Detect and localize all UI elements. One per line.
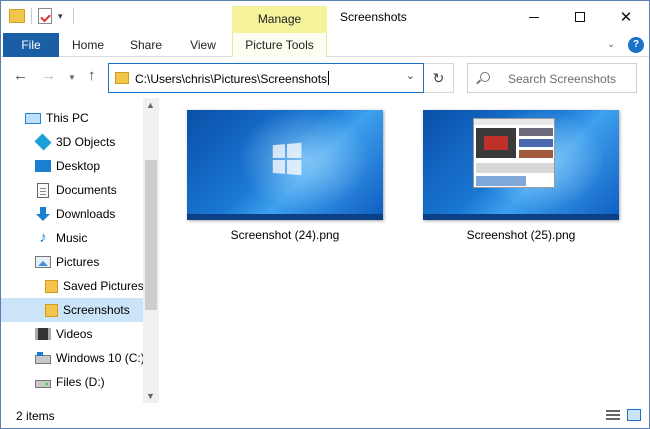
sidebar-item-videos[interactable]: Videos <box>1 322 143 346</box>
navigation-pane: This PC 3D Objects Desktop Documents Dow… <box>1 98 159 403</box>
search-placeholder: Search Screenshots <box>508 72 617 86</box>
file-item[interactable]: Screenshot (24).png <box>187 110 383 242</box>
toolbar-divider <box>31 8 32 24</box>
address-path-text: C:\Users\chris\Pictures\Screenshots <box>135 72 328 86</box>
sidebar-item-music[interactable]: ♪ Music <box>1 226 143 250</box>
forward-arrow-icon[interactable]: → <box>41 67 56 84</box>
address-bar[interactable]: C:\Users\chris\Pictures\Screenshots ⌄ <box>108 63 424 93</box>
refresh-icon: ↻ <box>432 70 445 86</box>
music-icon: ♪ <box>39 229 47 246</box>
sidebar-item-label: Files (D:) <box>56 375 105 389</box>
sidebar-item-label: Music <box>56 231 88 245</box>
sidebar-item-label: 3D Objects <box>56 135 116 149</box>
file-explorer-window: ▾ Manage Screenshots ✕ File Home Share V… <box>0 0 650 429</box>
scrollbar-thumb[interactable] <box>145 160 157 310</box>
sidebar-item-saved-pictures[interactable]: Saved Pictures <box>1 274 144 298</box>
scroll-down-icon[interactable]: ▼ <box>146 391 155 401</box>
file-item[interactable]: Screenshot (25).png <box>423 110 619 242</box>
expand-ribbon-icon[interactable]: ⌄ <box>607 39 615 50</box>
scroll-up-icon[interactable]: ▲ <box>146 100 155 110</box>
refresh-button[interactable]: ↻ <box>424 63 454 93</box>
drive-icon <box>35 352 51 364</box>
desktop-icon <box>35 160 51 172</box>
sidebar-item-documents[interactable]: Documents <box>1 178 143 202</box>
tab-picture-tools[interactable]: Picture Tools <box>232 33 327 57</box>
sidebar-item-3d-objects[interactable]: 3D Objects <box>1 130 143 154</box>
navigation-bar: ← → ▼ ↑ C:\Users\chris\Pictures\Screensh… <box>1 58 649 98</box>
toolbar-divider <box>72 8 74 24</box>
file-list: Screenshot (24).png Screenshot (25).png <box>159 98 649 403</box>
tab-share[interactable]: Share <box>117 33 175 57</box>
tab-file[interactable]: File <box>3 33 59 57</box>
quick-access-toolbar: ▾ <box>9 8 74 24</box>
sidebar-item-label: Downloads <box>56 207 116 221</box>
text-cursor <box>328 71 330 85</box>
window-title: Screenshots <box>340 10 407 24</box>
documents-icon <box>37 182 49 198</box>
file-name: Screenshot (24).png <box>230 228 340 242</box>
sidebar-item-this-pc[interactable]: This PC <box>1 106 143 130</box>
videos-icon <box>35 328 51 340</box>
recent-locations-icon[interactable]: ▼ <box>68 73 76 82</box>
sidebar-item-pictures[interactable]: Pictures <box>1 250 143 274</box>
sidebar-item-label: Windows 10 (C:) <box>56 351 145 365</box>
close-icon: ✕ <box>619 9 633 26</box>
up-arrow-icon[interactable]: ↑ <box>88 67 96 84</box>
sidebar-item-desktop[interactable]: Desktop <box>1 154 143 178</box>
minimize-button[interactable] <box>511 1 557 33</box>
sidebar-item-screenshots[interactable]: Screenshots <box>1 298 143 322</box>
sidebar-item-label: This PC <box>46 111 89 125</box>
search-icon <box>480 72 490 82</box>
folder-icon <box>115 72 129 84</box>
folder-icon <box>45 303 58 317</box>
large-icons-view-icon[interactable] <box>627 409 641 421</box>
help-icon[interactable]: ? <box>628 37 644 53</box>
windows-logo-icon <box>272 142 302 176</box>
sidebar-item-label: Saved Pictures <box>63 279 144 293</box>
item-count: 2 items <box>16 409 55 423</box>
address-path[interactable]: C:\Users\chris\Pictures\Screenshots <box>135 71 330 86</box>
browser-window-preview <box>473 118 555 188</box>
tab-home[interactable]: Home <box>59 33 117 57</box>
sidebar-item-label: Screenshots <box>63 303 130 317</box>
tab-manage[interactable]: Manage <box>232 6 327 33</box>
downloads-icon <box>35 207 51 221</box>
computer-icon <box>25 112 41 124</box>
sidebar-item-label: Desktop <box>56 159 101 173</box>
back-arrow-icon[interactable]: ← <box>13 67 28 84</box>
search-input[interactable]: Search Screenshots <box>467 63 637 93</box>
sidebar-item-label: Pictures <box>56 255 100 269</box>
folder-icon <box>45 279 58 293</box>
properties-icon[interactable] <box>38 8 52 24</box>
image-thumbnail <box>187 110 383 220</box>
file-name: Screenshot (25).png <box>466 228 576 242</box>
drive-icon <box>35 380 51 388</box>
folder-icon[interactable] <box>9 9 25 23</box>
minimize-icon <box>529 16 539 18</box>
sidebar-item-downloads[interactable]: Downloads <box>1 202 143 226</box>
maximize-button[interactable] <box>557 1 603 33</box>
sidebar-item-files-drive[interactable]: Files (D:) <box>1 370 143 394</box>
title-bar: ▾ Manage Screenshots ✕ <box>1 1 649 33</box>
sidebar-item-label: Documents <box>56 183 117 197</box>
3d-objects-icon <box>34 133 52 151</box>
maximize-icon <box>575 12 585 22</box>
close-button[interactable]: ✕ <box>603 1 649 33</box>
chevron-down-icon[interactable]: ⌄ <box>406 69 415 82</box>
details-view-icon[interactable] <box>606 410 620 421</box>
pictures-icon <box>35 256 51 268</box>
sidebar-item-windows-drive[interactable]: Windows 10 (C:) <box>1 346 145 370</box>
customize-toolbar-icon[interactable]: ▾ <box>58 11 63 22</box>
sidebar-item-label: Videos <box>56 327 93 341</box>
image-thumbnail <box>423 110 619 220</box>
ribbon-tabs: File Home Share View Picture Tools ⌄ ? <box>1 33 649 57</box>
tab-view[interactable]: View <box>175 33 231 57</box>
status-bar: 2 items <box>1 403 649 428</box>
